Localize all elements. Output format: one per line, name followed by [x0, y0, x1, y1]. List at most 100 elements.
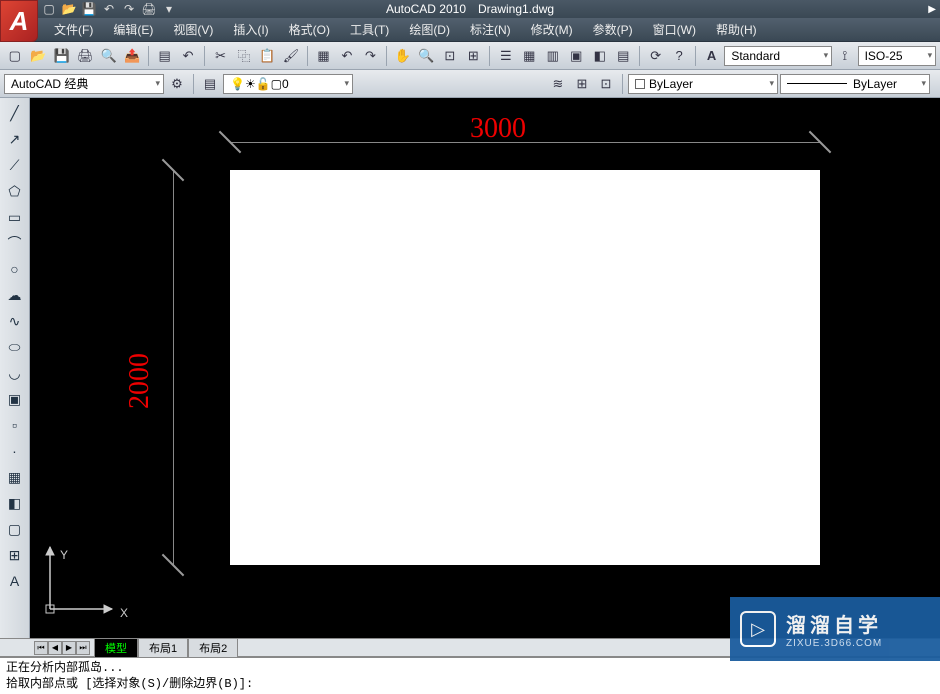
- paste-icon[interactable]: 📋: [257, 45, 278, 67]
- menu-format[interactable]: 格式(O): [279, 18, 340, 41]
- menu-bar: 文件(F) 编辑(E) 视图(V) 插入(I) 格式(O) 工具(T) 绘图(D…: [0, 18, 940, 42]
- dimension-tick: [808, 130, 832, 154]
- menu-edit[interactable]: 编辑(E): [103, 18, 163, 41]
- preview-icon[interactable]: 🔍: [98, 45, 119, 67]
- settings-icon[interactable]: ⚙: [166, 73, 188, 95]
- menu-insert[interactable]: 插入(I): [223, 18, 278, 41]
- props-icon[interactable]: ☰: [495, 45, 516, 67]
- play-icon[interactable]: ▶: [928, 4, 936, 15]
- markup-icon[interactable]: ◧: [589, 45, 610, 67]
- line-icon[interactable]: ╱: [2, 101, 28, 125]
- mtext-icon[interactable]: A: [2, 569, 28, 593]
- point-icon[interactable]: ·: [2, 439, 28, 463]
- qat-save-icon[interactable]: 💾: [80, 1, 98, 17]
- color-combo[interactable]: ByLayer: [628, 74, 778, 94]
- insert-block-icon[interactable]: ▣: [2, 387, 28, 411]
- dimension-vertical-line: [173, 170, 174, 565]
- zoom-window-icon[interactable]: ⊡: [439, 45, 460, 67]
- zoom-prev-icon[interactable]: ⊞: [463, 45, 484, 67]
- tab-layout2[interactable]: 布局2: [188, 638, 238, 657]
- command-line[interactable]: 正在分析内部孤岛... 拾取内部点或 [选择对象(S)/删除边界(B)]:: [0, 656, 940, 694]
- menu-file[interactable]: 文件(F): [44, 18, 103, 41]
- spline-icon[interactable]: ∿: [2, 309, 28, 333]
- qat-open-icon[interactable]: 📂: [60, 1, 78, 17]
- xline-icon[interactable]: ↗: [2, 127, 28, 151]
- color-label: ByLayer: [649, 77, 693, 91]
- menu-tools[interactable]: 工具(T): [340, 18, 399, 41]
- cut-icon[interactable]: ✂: [210, 45, 231, 67]
- dim-style-combo[interactable]: ISO-25: [858, 46, 937, 66]
- separator: [622, 74, 623, 94]
- undo-icon[interactable]: ↶: [177, 45, 198, 67]
- ucs-icon: X Y: [42, 537, 122, 620]
- arc-icon[interactable]: ⌒: [2, 231, 28, 255]
- menu-draw[interactable]: 绘图(D): [399, 18, 460, 41]
- layer-props-icon[interactable]: ▤: [199, 73, 221, 95]
- rectangle-icon[interactable]: ▭: [2, 205, 28, 229]
- make-block-icon[interactable]: ▫: [2, 413, 28, 437]
- match-icon[interactable]: 🖌: [280, 45, 301, 67]
- publish-icon[interactable]: 📤: [121, 45, 142, 67]
- polyline-icon[interactable]: ⟋: [2, 153, 28, 177]
- print-icon[interactable]: 🖨: [74, 45, 95, 67]
- menu-parametric[interactable]: 参数(P): [583, 18, 643, 41]
- tool-palette-icon[interactable]: ▥: [542, 45, 563, 67]
- new-icon[interactable]: ▢: [4, 45, 25, 67]
- tab-next-icon[interactable]: ▶: [62, 641, 76, 655]
- tab-model[interactable]: 模型: [94, 638, 138, 657]
- tab-first-icon[interactable]: ⏮: [34, 641, 48, 655]
- circle-icon[interactable]: ○: [2, 257, 28, 281]
- qat-undo-icon[interactable]: ↶: [100, 1, 118, 17]
- draw-toolbar: ╱ ↗ ⟋ ⬠ ▭ ⌒ ○ ☁ ∿ ⬭ ◡ ▣ ▫ · ▦ ◧ ▢ ⊞ A: [0, 98, 30, 638]
- text-style-combo[interactable]: Standard: [724, 46, 832, 66]
- region-icon[interactable]: ▢: [2, 517, 28, 541]
- block-icon[interactable]: ▦: [313, 45, 334, 67]
- qat-print-icon[interactable]: 🖨: [140, 1, 158, 17]
- refresh-icon[interactable]: ⟳: [645, 45, 666, 67]
- table-icon[interactable]: ⊞: [2, 543, 28, 567]
- layer-tool3-icon[interactable]: ⊡: [595, 73, 617, 95]
- ellipse-arc-icon[interactable]: ◡: [2, 361, 28, 385]
- drawing-canvas[interactable]: 3000 2000 X Y: [30, 98, 940, 638]
- text-style-icon[interactable]: A: [701, 45, 722, 67]
- qat-redo-icon[interactable]: ↷: [120, 1, 138, 17]
- layer-combo[interactable]: 💡 ☀ 🔓 ▢ 0: [223, 74, 353, 94]
- undo2-icon[interactable]: ↶: [336, 45, 357, 67]
- sheet-set-icon[interactable]: ▣: [566, 45, 587, 67]
- save-icon[interactable]: 💾: [51, 45, 72, 67]
- watermark: ▷ 溜溜自学 ZIXUE.3D66.COM: [730, 597, 940, 661]
- menu-window[interactable]: 窗口(W): [643, 18, 706, 41]
- ellipse-icon[interactable]: ⬭: [2, 335, 28, 359]
- menu-help[interactable]: 帮助(H): [706, 18, 767, 41]
- gradient-icon[interactable]: ◧: [2, 491, 28, 515]
- bulb-icon: 💡: [230, 77, 245, 91]
- hatch-icon[interactable]: ▦: [2, 465, 28, 489]
- copy-icon[interactable]: ⿻: [233, 45, 254, 67]
- workspace-combo[interactable]: AutoCAD 经典: [4, 74, 164, 94]
- zoom-icon[interactable]: 🔍: [416, 45, 437, 67]
- menu-view[interactable]: 视图(V): [163, 18, 223, 41]
- linetype-combo[interactable]: ByLayer: [780, 74, 930, 94]
- help-icon[interactable]: ?: [668, 45, 689, 67]
- layer-tool2-icon[interactable]: ⊞: [571, 73, 593, 95]
- polygon-icon[interactable]: ⬠: [2, 179, 28, 203]
- calc-icon[interactable]: ▤: [612, 45, 633, 67]
- separator: [148, 46, 149, 66]
- menu-modify[interactable]: 修改(M): [521, 18, 583, 41]
- app-logo[interactable]: A: [0, 0, 38, 42]
- tab-prev-icon[interactable]: ◀: [48, 641, 62, 655]
- design-center-icon[interactable]: ▦: [519, 45, 540, 67]
- revcloud-icon[interactable]: ☁: [2, 283, 28, 307]
- redo2-icon[interactable]: ↷: [360, 45, 381, 67]
- qat-dropdown-icon[interactable]: ▾: [160, 1, 178, 17]
- sheet-icon[interactable]: ▤: [154, 45, 175, 67]
- menu-dimension[interactable]: 标注(N): [460, 18, 521, 41]
- pan-icon[interactable]: ✋: [392, 45, 413, 67]
- tab-last-icon[interactable]: ⏭: [76, 641, 90, 655]
- qat-new-icon[interactable]: ▢: [40, 1, 58, 17]
- rectangle-entity[interactable]: [230, 170, 820, 565]
- layer-tool1-icon[interactable]: ≋: [547, 73, 569, 95]
- dimstyle-icon[interactable]: ⟟: [834, 45, 855, 67]
- tab-layout1[interactable]: 布局1: [138, 638, 188, 657]
- open-icon[interactable]: 📂: [27, 45, 48, 67]
